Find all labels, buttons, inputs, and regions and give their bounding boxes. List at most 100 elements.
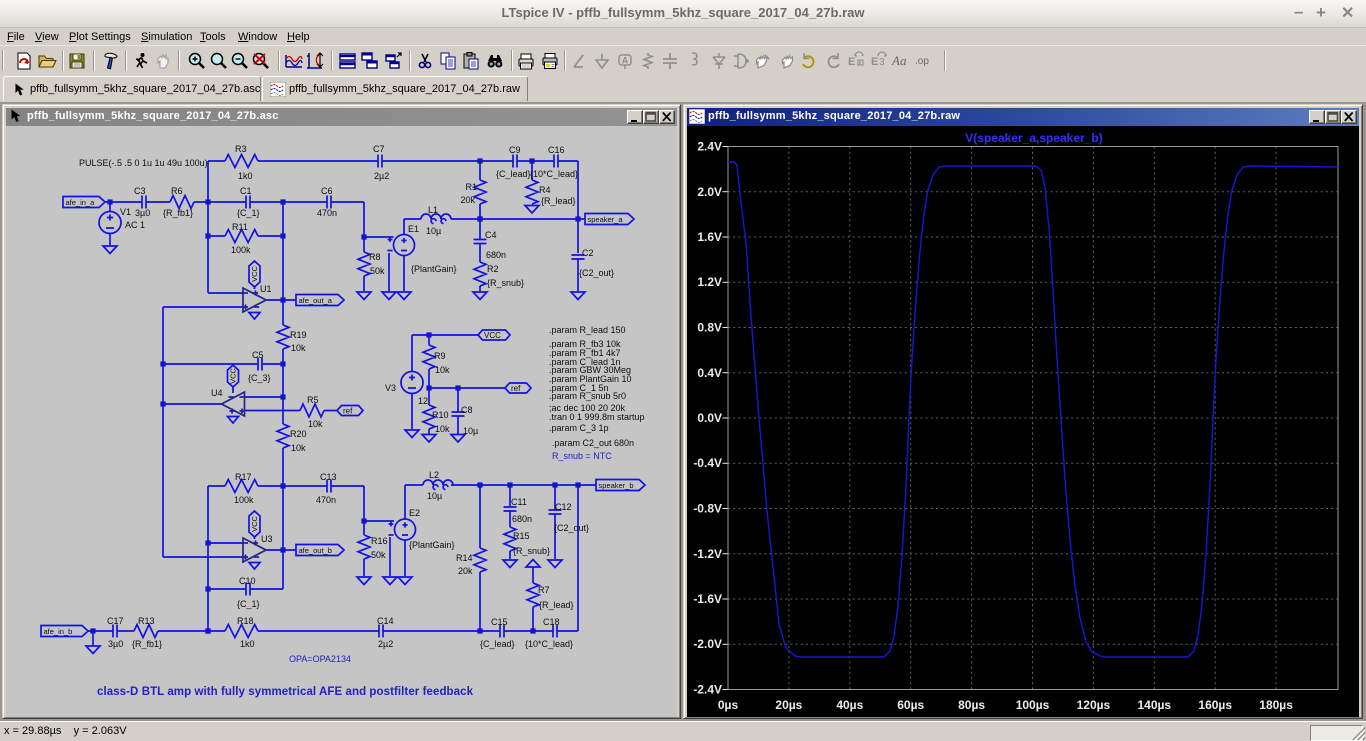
- svg-text:C9: C9: [509, 145, 521, 155]
- svg-text:10µ: 10µ: [426, 226, 441, 236]
- svg-text:680n: 680n: [512, 514, 532, 524]
- svg-text:1.6V: 1.6V: [697, 230, 722, 244]
- svg-text:R8: R8: [369, 252, 381, 262]
- svg-text:C1: C1: [240, 186, 252, 196]
- svg-text:{C_lead}: {C_lead}: [480, 639, 515, 649]
- svg-text:{C2_out}: {C2_out}: [554, 523, 589, 533]
- svg-text:2µ2: 2µ2: [378, 639, 393, 649]
- svg-text:2µ2: 2µ2: [374, 171, 389, 181]
- svg-text:A: A: [622, 56, 629, 66]
- svg-text:470n: 470n: [316, 495, 336, 505]
- svg-text:afe_out_a: afe_out_a: [299, 296, 333, 305]
- svg-text:10µ: 10µ: [427, 491, 442, 501]
- svg-text:R11: R11: [232, 222, 248, 232]
- svg-text:V3: V3: [385, 383, 396, 393]
- svg-text:0.8V: 0.8V: [697, 321, 722, 335]
- svg-text:C11: C11: [511, 497, 527, 507]
- svg-text:C4: C4: [485, 230, 497, 240]
- svg-text:{R_fb1}: {R_fb1}: [163, 208, 193, 218]
- svg-text:.param C2_out 680n: .param C2_out 680n: [552, 438, 634, 448]
- svg-text:{10*C_lead}: {10*C_lead}: [530, 169, 578, 179]
- svg-text:L1: L1: [428, 205, 438, 215]
- svg-text:E: E: [871, 56, 878, 68]
- svg-text:100µs: 100µs: [1016, 698, 1050, 712]
- svg-text:C3: C3: [134, 186, 146, 196]
- svg-text:.param R_lead 150: .param R_lead 150: [549, 325, 626, 335]
- svg-text:R19: R19: [290, 330, 307, 340]
- svg-text:0.4V: 0.4V: [697, 366, 722, 380]
- svg-text:R17: R17: [235, 472, 252, 482]
- svg-text:E: E: [848, 56, 855, 68]
- svg-text:-1.6V: -1.6V: [693, 592, 722, 606]
- svg-text:60µs: 60µs: [897, 698, 924, 712]
- svg-text:{R_lead}: {R_lead}: [541, 196, 576, 206]
- svg-text:0.0V: 0.0V: [697, 411, 722, 425]
- svg-text:120µs: 120µs: [1077, 698, 1111, 712]
- svg-text:{10*C_lead}: {10*C_lead}: [525, 639, 573, 649]
- svg-text:afe_out_b: afe_out_b: [299, 546, 332, 555]
- svg-text:R9: R9: [434, 351, 446, 361]
- svg-text:0µs: 0µs: [718, 698, 739, 712]
- svg-text:R4: R4: [539, 185, 551, 195]
- svg-text:R15: R15: [513, 531, 530, 541]
- svg-text:{PlantGain}: {PlantGain}: [411, 264, 457, 274]
- svg-text:R1: R1: [465, 182, 477, 192]
- svg-text:Aa: Aa: [891, 53, 907, 68]
- svg-text:20k: 20k: [458, 566, 473, 576]
- svg-text:C2: C2: [582, 248, 594, 258]
- svg-text:{R_snub}: {R_snub}: [487, 278, 524, 288]
- svg-text:100k: 100k: [234, 495, 254, 505]
- svg-text:160µs: 160µs: [1198, 698, 1232, 712]
- svg-text:C15: C15: [491, 617, 508, 627]
- svg-text:C17: C17: [107, 616, 124, 626]
- svg-text:10µ: 10µ: [463, 426, 478, 436]
- svg-text:speaker_a: speaker_a: [588, 215, 624, 224]
- svg-text:180µs: 180µs: [1259, 698, 1293, 712]
- svg-text:C10: C10: [239, 576, 256, 586]
- svg-text:R14: R14: [456, 553, 473, 563]
- svg-text:U4: U4: [211, 388, 223, 398]
- svg-text:40µs: 40µs: [836, 698, 863, 712]
- svg-text:VCC: VCC: [229, 368, 238, 384]
- svg-text:R16: R16: [371, 536, 388, 546]
- svg-text:L2: L2: [429, 470, 439, 480]
- svg-text:afe_in_b: afe_in_b: [44, 627, 73, 636]
- svg-text:80µs: 80µs: [958, 698, 985, 712]
- svg-text:12: 12: [418, 396, 428, 406]
- svg-text:AC 1: AC 1: [125, 220, 145, 230]
- svg-text:10k: 10k: [291, 343, 306, 353]
- svg-text:ref: ref: [343, 407, 353, 416]
- svg-text:R7: R7: [538, 585, 550, 595]
- svg-text:speaker_b: speaker_b: [599, 481, 634, 490]
- svg-text:C7: C7: [373, 144, 385, 154]
- svg-text:10k: 10k: [435, 424, 450, 434]
- svg-text:VCC: VCC: [250, 266, 259, 282]
- svg-text:-1.2V: -1.2V: [693, 547, 722, 561]
- svg-text:{R_lead}: {R_lead}: [539, 600, 574, 610]
- svg-text:C14: C14: [377, 616, 394, 626]
- svg-text:R5: R5: [307, 395, 319, 405]
- svg-text:ref: ref: [511, 384, 521, 393]
- svg-text:C13: C13: [320, 472, 337, 482]
- svg-text:R2: R2: [487, 264, 499, 274]
- svg-text:C8: C8: [461, 405, 473, 415]
- svg-text:.tran 0 1 999.8m startup: .tran 0 1 999.8m startup: [549, 412, 645, 422]
- svg-text:20k: 20k: [460, 195, 475, 205]
- svg-text:50k: 50k: [370, 266, 385, 276]
- svg-text:{R_snub}: {R_snub}: [513, 546, 550, 556]
- svg-text:-2.0V: -2.0V: [693, 637, 722, 651]
- svg-text:-0.4V: -0.4V: [693, 456, 722, 470]
- svg-text:VCC: VCC: [484, 331, 501, 340]
- svg-text:C12: C12: [555, 502, 572, 512]
- svg-text:R_snub = NTC: R_snub = NTC: [552, 451, 612, 461]
- svg-text:3µ0: 3µ0: [108, 639, 123, 649]
- svg-text:{C_3}: {C_3}: [248, 373, 271, 383]
- svg-text:3: 3: [879, 57, 885, 68]
- svg-text:2.0V: 2.0V: [697, 185, 722, 199]
- svg-text:C16: C16: [548, 145, 565, 155]
- svg-text:R3: R3: [235, 144, 247, 154]
- svg-text:140µs: 140µs: [1137, 698, 1171, 712]
- svg-text:{C_1}: {C_1}: [237, 599, 260, 609]
- svg-text:R10: R10: [432, 410, 449, 420]
- svg-text:{C_1}: {C_1}: [237, 208, 260, 218]
